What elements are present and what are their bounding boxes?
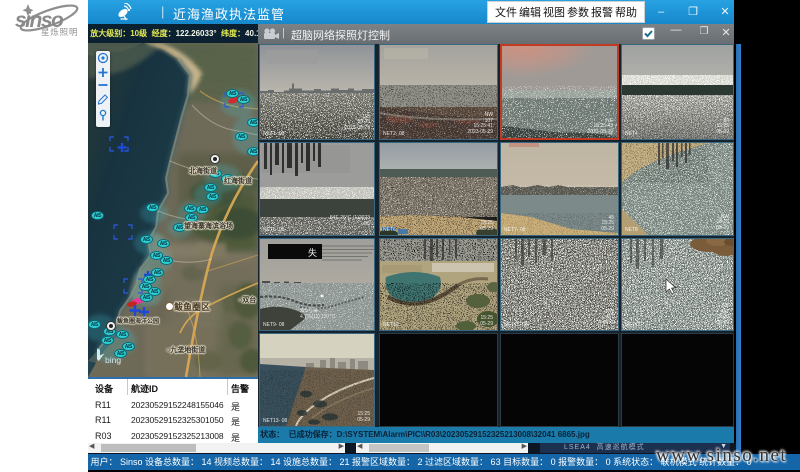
svg-text:星烁照明: 星烁照明 bbox=[41, 27, 78, 37]
svg-text:失: 失 bbox=[308, 247, 317, 258]
